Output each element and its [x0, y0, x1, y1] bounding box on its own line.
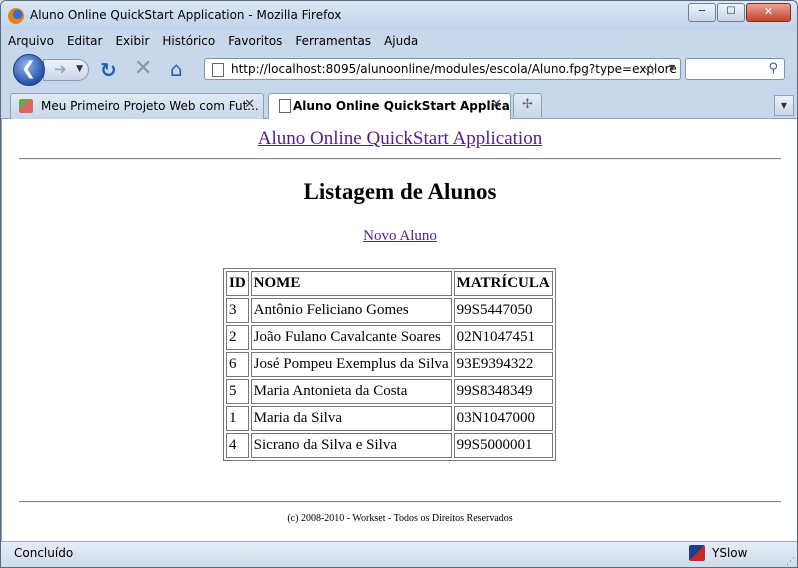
tab-label: Aluno Online QuickStart Applicati...	[293, 99, 511, 113]
cell-nome: Maria da Silva	[250, 406, 452, 431]
menu-ajuda[interactable]: Ajuda	[377, 31, 424, 51]
menu-bar: Arquivo Editar Exibir Histórico Favorito…	[1, 31, 797, 51]
url-dropdown-icon[interactable]: ▼	[669, 63, 675, 72]
stop-icon[interactable]: ✕	[134, 56, 152, 81]
url-text[interactable]: http://localhost:8095/alunoonline/module…	[231, 62, 677, 76]
menu-exibir[interactable]: Exibir	[108, 31, 155, 51]
footer-divider	[19, 501, 781, 503]
column-header-id: ID	[226, 271, 249, 296]
back-button[interactable]: ❮	[13, 54, 45, 86]
cell-id: 5	[226, 379, 249, 404]
menu-historico[interactable]: Histórico	[155, 31, 221, 51]
tab-strip: Meu Primeiro Projeto Web com Fut... ✕ Al…	[1, 89, 797, 120]
table-row: 1 Maria da Silva 03N1047000	[226, 406, 553, 431]
forward-button[interactable]: ➜ ▼	[43, 59, 89, 81]
table-row: 2 João Fulano Cavalcante Soares 02N10474…	[226, 325, 553, 350]
cell-matricula: 99S5000001	[453, 433, 553, 458]
minimize-icon: ─	[698, 6, 706, 17]
yslow-icon[interactable]	[689, 545, 705, 561]
cell-matricula: 99S8348349	[453, 379, 553, 404]
list-all-tabs-button[interactable]: ▼	[774, 95, 794, 116]
page-content: Aluno Online QuickStart Application List…	[1, 119, 797, 541]
table-header-row: ID NOME MATRÍCULA	[226, 271, 553, 296]
minimize-button[interactable]: ─	[688, 3, 716, 22]
resize-grip-icon[interactable]: ⋰	[786, 557, 795, 567]
page-icon	[279, 99, 291, 113]
cell-matricula: 99S5447050	[453, 298, 553, 323]
cell-matricula: 02N1047451	[453, 325, 553, 350]
back-arrow-icon: ❮	[21, 58, 37, 79]
maximize-icon: ☐	[726, 6, 736, 17]
cell-matricula: 93E9394322	[453, 352, 553, 377]
cell-id: 4	[226, 433, 249, 458]
search-icon[interactable]: ⚲	[768, 61, 778, 76]
header-divider	[19, 158, 781, 160]
menu-arquivo[interactable]: Arquivo	[1, 31, 60, 51]
close-window-button[interactable]: ✕	[746, 3, 791, 22]
menu-editar[interactable]: Editar	[60, 31, 109, 51]
status-bar: Concluído YSlow ⋰	[1, 541, 797, 567]
tab-meu-primeiro-projeto[interactable]: Meu Primeiro Projeto Web com Fut... ✕	[10, 93, 264, 119]
novo-aluno-link[interactable]: Novo Aluno	[2, 228, 797, 245]
table-row: 4 Sicrano da Silva e Silva 99S5000001	[226, 433, 553, 458]
window-title: Aluno Online QuickStart Application - Mo…	[30, 8, 342, 22]
yslow-label[interactable]: YSlow	[712, 546, 747, 560]
cell-nome: José Pompeu Exemplus da Silva	[250, 352, 452, 377]
address-bar[interactable]: http://localhost:8095/alunoonline/module…	[204, 58, 681, 80]
cell-id: 2	[226, 325, 249, 350]
firefox-logo-icon	[8, 8, 24, 24]
navigation-toolbar: ➜ ▼ ❮ ↻ ✕ ⌂ http://localhost:8095/alunoon…	[1, 51, 797, 89]
reload-icon[interactable]: ↻	[100, 58, 117, 82]
cell-nome: João Fulano Cavalcante Soares	[250, 325, 452, 350]
cell-nome: Maria Antonieta da Costa	[250, 379, 452, 404]
footer-copyright: (c) 2008-2010 - Workset - Todos os Direi…	[287, 513, 513, 524]
cell-id: 6	[226, 352, 249, 377]
window-controls: ─ ☐ ✕	[687, 3, 791, 22]
tab-label: Meu Primeiro Projeto Web com Fut...	[41, 99, 259, 113]
menu-favoritos[interactable]: Favoritos	[221, 31, 288, 51]
close-tab-icon[interactable]: ✕	[491, 97, 502, 112]
page-title: Listagem de Alunos	[303, 179, 497, 204]
new-tab-icon[interactable]: ✢	[513, 93, 542, 117]
status-text: Concluído	[14, 546, 74, 560]
tab-aluno-online[interactable]: Aluno Online QuickStart Applicati... ✕	[268, 93, 511, 120]
cell-matricula: 03N1047000	[453, 406, 553, 431]
alunos-table: ID NOME MATRÍCULA 3 Antônio Feliciano Go…	[223, 268, 556, 461]
cell-id: 1	[226, 406, 249, 431]
table-row: 6 José Pompeu Exemplus da Silva 93E93943…	[226, 352, 553, 377]
home-icon[interactable]: ⌂	[170, 57, 183, 81]
menu-ferramentas[interactable]: Ferramentas	[288, 31, 377, 51]
tab-favicon-icon	[19, 99, 33, 113]
column-header-nome: NOME	[250, 271, 452, 296]
app-home-link[interactable]: Aluno Online QuickStart Application	[2, 128, 797, 150]
history-dropdown-icon[interactable]: ▼	[76, 64, 83, 74]
cell-id: 3	[226, 298, 249, 323]
page-icon	[212, 63, 224, 77]
table-row: 5 Maria Antonieta da Costa 99S8348349	[226, 379, 553, 404]
table-row: 3 Antônio Feliciano Gomes 99S5447050	[226, 298, 553, 323]
browser-window: Aluno Online QuickStart Application - Mo…	[0, 0, 798, 568]
close-tab-icon[interactable]: ✕	[244, 97, 255, 112]
cell-nome: Antônio Feliciano Gomes	[250, 298, 452, 323]
close-icon: ✕	[763, 5, 774, 18]
maximize-button[interactable]: ☐	[717, 3, 745, 22]
title-bar: Aluno Online QuickStart Application - Mo…	[1, 1, 797, 31]
column-header-matricula: MATRÍCULA	[453, 271, 553, 296]
cell-nome: Sicrano da Silva e Silva	[250, 433, 452, 458]
bookmark-star-icon[interactable]: ☆	[643, 60, 657, 79]
search-box[interactable]: ⚲	[685, 58, 785, 80]
forward-arrow-icon: ➜	[54, 60, 67, 78]
